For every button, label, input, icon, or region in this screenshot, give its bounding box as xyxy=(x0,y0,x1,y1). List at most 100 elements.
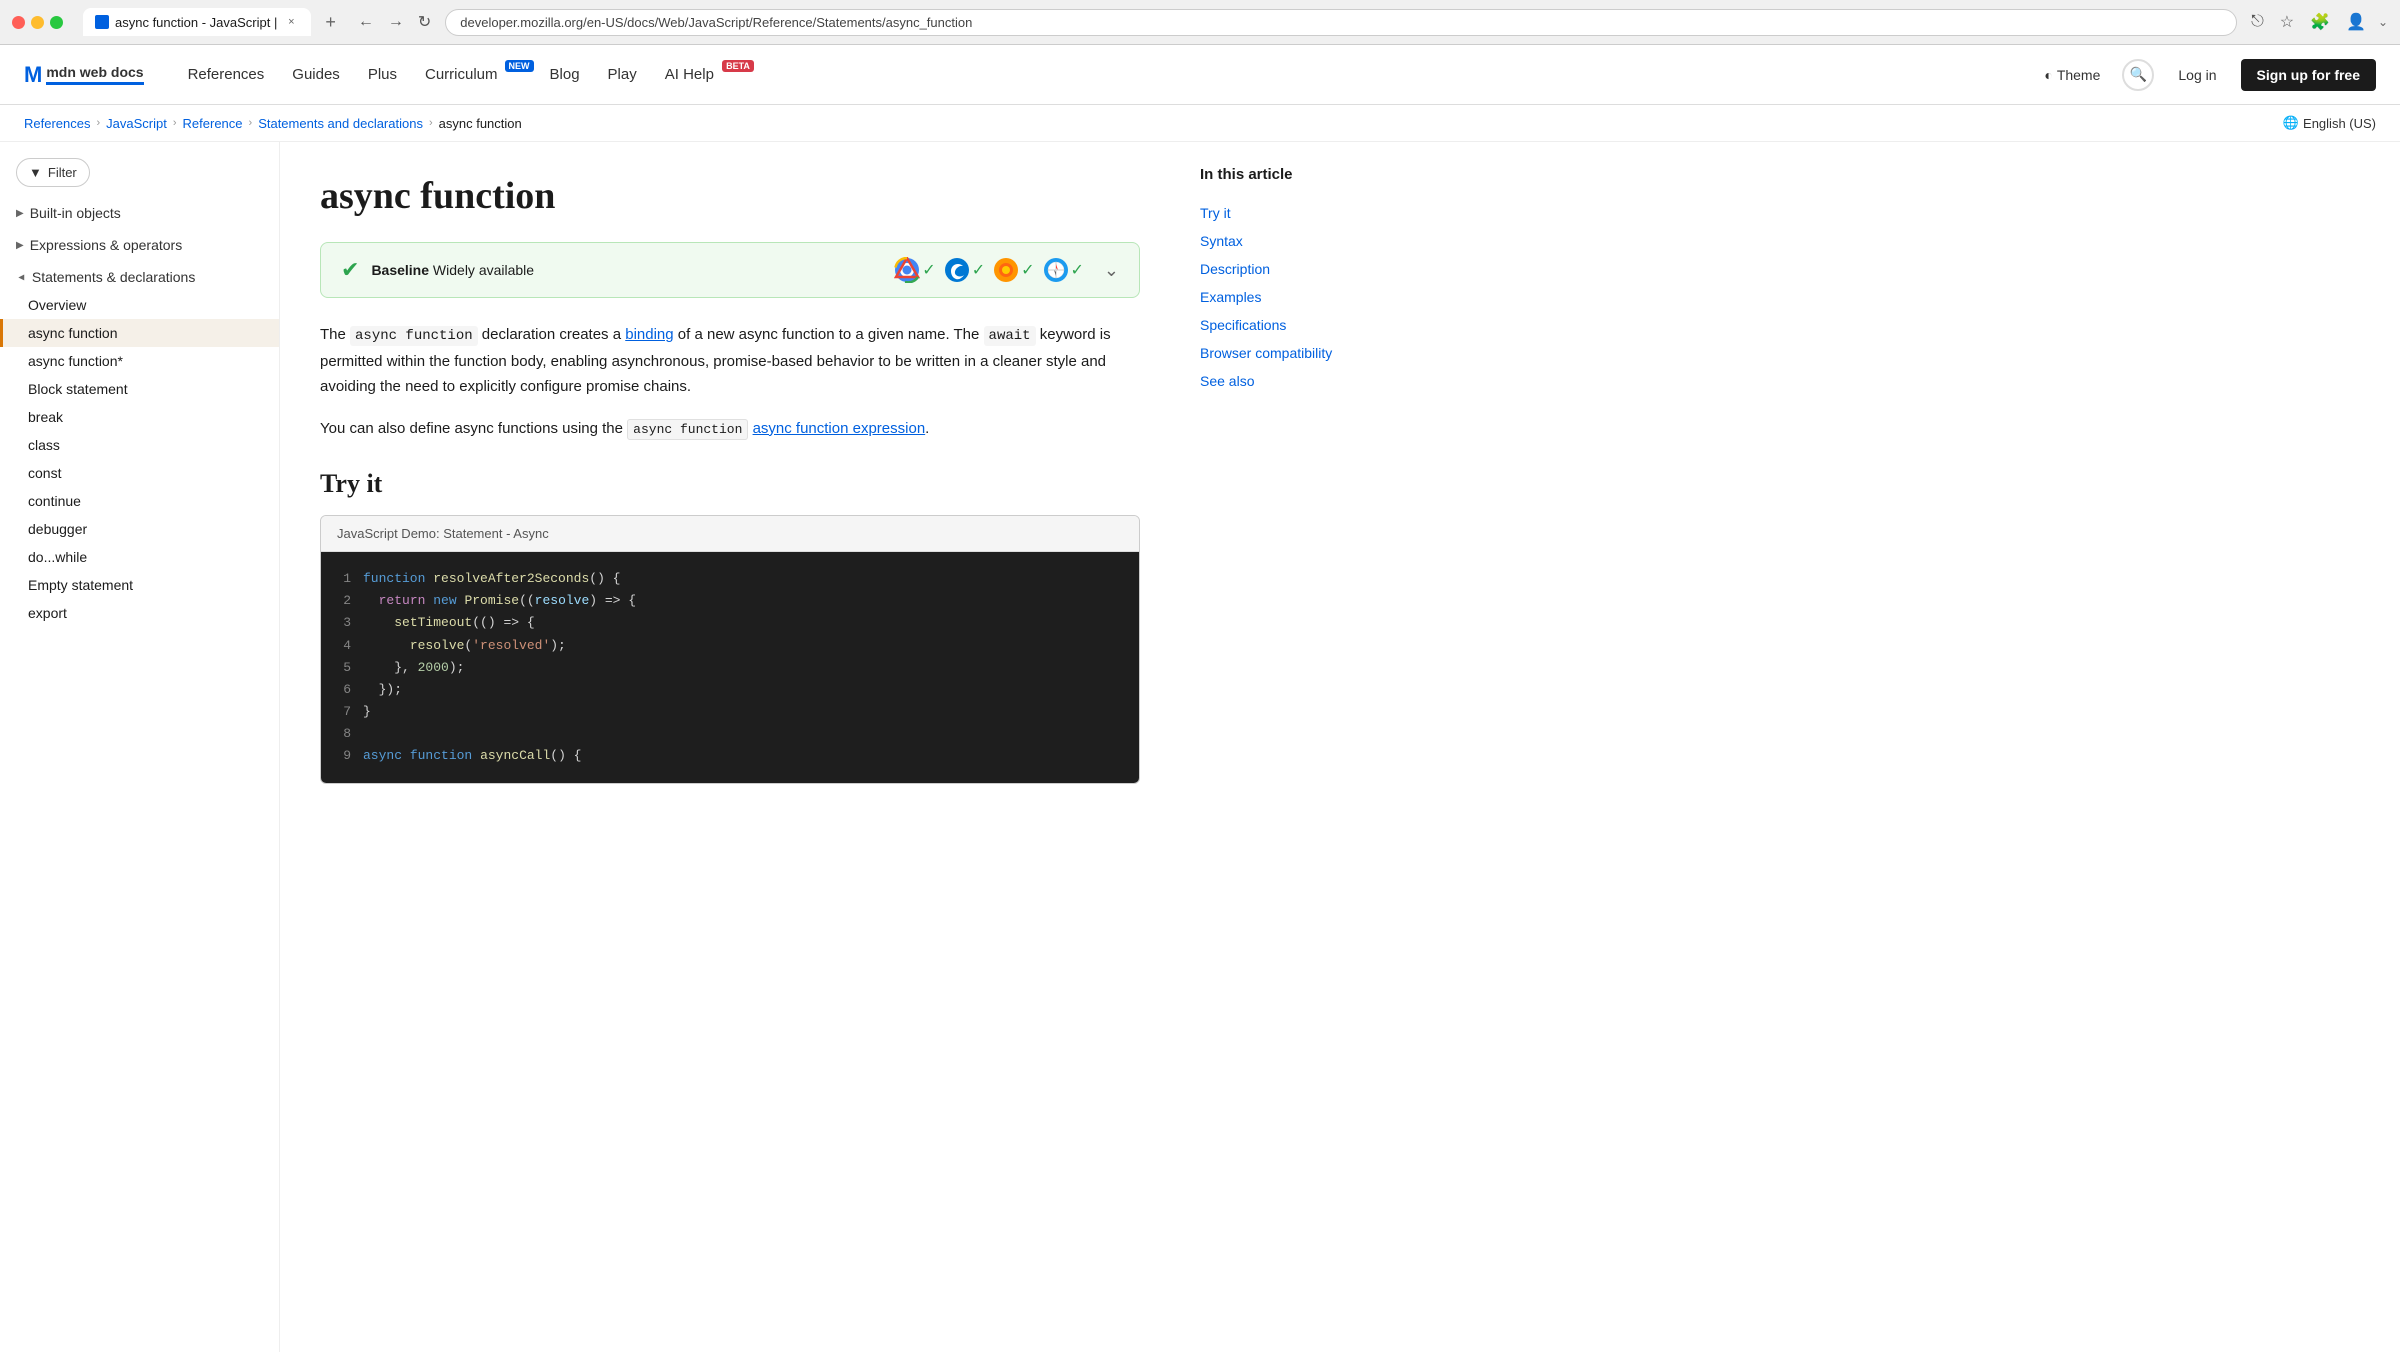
nav-curriculum[interactable]: Curriculum NEW xyxy=(413,58,534,91)
baseline-browsers: ✓ ✓ ✓ ✓ xyxy=(894,257,1084,283)
async-expression-link[interactable]: async function expression xyxy=(753,420,926,437)
forward-button[interactable]: → xyxy=(384,9,408,35)
sidebar-item-export[interactable]: export xyxy=(0,599,279,627)
sidebar-section-builtin: ▶ Built-in objects xyxy=(0,199,279,227)
refresh-button[interactable]: ↻ xyxy=(414,8,435,36)
sidebar-item-overview[interactable]: Overview xyxy=(0,291,279,319)
nav-references[interactable]: References xyxy=(176,58,277,91)
right-sidebar: In this article Try it Syntax Descriptio… xyxy=(1180,142,1400,1352)
toc-examples[interactable]: Examples xyxy=(1200,283,1380,311)
bookmark-button[interactable]: ☆ xyxy=(2276,8,2298,36)
sidebar-section-header-expressions[interactable]: ▶ Expressions & operators xyxy=(0,231,279,259)
toc-syntax[interactable]: Syntax xyxy=(1200,227,1380,255)
nav-plus[interactable]: Plus xyxy=(356,58,409,91)
sidebar-section-statements: ▼ Statements & declarations Overview asy… xyxy=(0,263,279,627)
code-demo-header: JavaScript Demo: Statement - Async xyxy=(321,516,1139,552)
breadcrumb-sep-4: › xyxy=(429,117,433,129)
sidebar-item-async-function[interactable]: async function xyxy=(0,319,279,347)
minimize-button[interactable] xyxy=(31,16,44,29)
sidebar-item-debugger[interactable]: debugger xyxy=(0,515,279,543)
description-paragraph-1: The async function declaration creates a… xyxy=(320,322,1140,400)
baseline-desc: Widely available xyxy=(433,262,534,278)
share-button[interactable]: ⎋ xyxy=(2247,9,2268,35)
filter-icon: ▼ xyxy=(29,165,42,180)
extensions-button[interactable]: 🧩 xyxy=(2306,8,2334,36)
search-icon: 🔍 xyxy=(2130,66,2147,83)
toc-specifications[interactable]: Specifications xyxy=(1200,311,1380,339)
browser-chrome: async function - JavaScript | × + ← → ↻ … xyxy=(0,0,2400,45)
tab-favicon xyxy=(95,15,109,29)
chrome-browser-icon: ✓ xyxy=(894,257,935,283)
signup-button[interactable]: Sign up for free xyxy=(2241,59,2376,91)
mdn-nav: References Guides Plus Curriculum NEW Bl… xyxy=(176,58,754,91)
more-icon[interactable]: ⌄ xyxy=(2378,15,2388,29)
sidebar-item-break[interactable]: break xyxy=(0,403,279,431)
chevron-down-icon: ▼ xyxy=(15,272,26,282)
address-text: developer.mozilla.org/en-US/docs/Web/Jav… xyxy=(460,15,2222,30)
active-tab[interactable]: async function - JavaScript | × xyxy=(83,8,311,36)
tab-close-button[interactable]: × xyxy=(283,14,299,30)
baseline-text: Baseline Widely available xyxy=(371,262,534,278)
baseline-expand-icon[interactable]: ⌄ xyxy=(1104,260,1119,281)
breadcrumb-javascript[interactable]: JavaScript xyxy=(106,116,167,131)
binding-link[interactable]: binding xyxy=(625,326,673,343)
sidebar-item-class[interactable]: class xyxy=(0,431,279,459)
maximize-button[interactable] xyxy=(50,16,63,29)
mdn-logo[interactable]: M mdn web docs xyxy=(24,62,144,88)
sidebar-item-async-generator[interactable]: async function* xyxy=(0,347,279,375)
sidebar-item-const[interactable]: const xyxy=(0,459,279,487)
sidebar-section-builtin-label: Built-in objects xyxy=(30,205,121,221)
sidebar-section-header-builtin[interactable]: ▶ Built-in objects xyxy=(0,199,279,227)
mdn-header: M mdn web docs References Guides Plus Cu… xyxy=(0,45,2400,105)
description-paragraph-2: You can also define async functions usin… xyxy=(320,416,1140,442)
header-right: ◐ Theme 🔍 Log in Sign up for free xyxy=(2034,59,2376,91)
toc-description[interactable]: Description xyxy=(1200,255,1380,283)
new-tab-button[interactable]: + xyxy=(317,10,344,35)
sidebar-section-header-statements[interactable]: ▼ Statements & declarations xyxy=(0,263,279,291)
desc2-end: . xyxy=(925,420,929,437)
breadcrumb-statements[interactable]: Statements and declarations xyxy=(258,116,423,131)
sidebar-section-expressions-label: Expressions & operators xyxy=(30,237,183,253)
nav-guides[interactable]: Guides xyxy=(280,58,352,91)
code-line-1: 1 function resolveAfter2Seconds() { xyxy=(337,568,1123,590)
toc-title: In this article xyxy=(1200,166,1380,183)
theme-button[interactable]: ◐ Theme xyxy=(2034,61,2110,89)
await-code: await xyxy=(984,326,1036,346)
toc-see-also[interactable]: See also xyxy=(1200,367,1380,395)
toc-browser-compat[interactable]: Browser compatibility xyxy=(1200,339,1380,367)
close-button[interactable] xyxy=(12,16,25,29)
code-line-6: 6 }); xyxy=(337,679,1123,701)
filter-label: Filter xyxy=(48,165,77,180)
breadcrumb-lang[interactable]: 🌐 English (US) xyxy=(2283,115,2376,131)
breadcrumb-reference[interactable]: Reference xyxy=(183,116,243,131)
search-button[interactable]: 🔍 xyxy=(2122,59,2154,91)
breadcrumb-references[interactable]: References xyxy=(24,116,90,131)
account-button[interactable]: 👤 xyxy=(2342,8,2370,36)
sidebar-item-empty[interactable]: Empty statement xyxy=(0,571,279,599)
code-line-2: 2 return new Promise((resolve) => { xyxy=(337,590,1123,612)
traffic-lights xyxy=(12,16,63,29)
toc-try-it[interactable]: Try it xyxy=(1200,199,1380,227)
filter-button[interactable]: ▼ Filter xyxy=(16,158,90,187)
sidebar-item-block[interactable]: Block statement xyxy=(0,375,279,403)
nav-blog[interactable]: Blog xyxy=(538,58,592,91)
main-content: async function ✔ Baseline Widely availab… xyxy=(280,142,1180,1352)
nav-play[interactable]: Play xyxy=(596,58,649,91)
sidebar-item-dowhile[interactable]: do...while xyxy=(0,543,279,571)
sidebar-section-statements-label: Statements & declarations xyxy=(32,269,195,285)
nav-ai-help[interactable]: AI Help BETA xyxy=(653,58,754,91)
baseline-check-icon: ✔ xyxy=(341,257,359,283)
login-button[interactable]: Log in xyxy=(2166,61,2228,89)
sidebar-item-continue[interactable]: continue xyxy=(0,487,279,515)
tab-title: async function - JavaScript | xyxy=(115,15,277,30)
breadcrumb-sep-2: › xyxy=(173,117,177,129)
chevron-right-icon: ▶ xyxy=(16,208,24,219)
main-layout: ▼ Filter ▶ Built-in objects ▶ Expression… xyxy=(0,142,2400,1352)
back-button[interactable]: ← xyxy=(354,9,378,35)
sidebar: ▼ Filter ▶ Built-in objects ▶ Expression… xyxy=(0,142,280,1352)
async-function-expression-code: async function xyxy=(627,419,748,440)
browser-actions: ⎋ ☆ 🧩 👤 ⌄ xyxy=(2247,8,2388,36)
code-line-9: 9 async function asyncCall() { xyxy=(337,745,1123,767)
breadcrumb: References › JavaScript › Reference › St… xyxy=(0,105,2400,142)
address-bar[interactable]: developer.mozilla.org/en-US/docs/Web/Jav… xyxy=(445,9,2237,36)
